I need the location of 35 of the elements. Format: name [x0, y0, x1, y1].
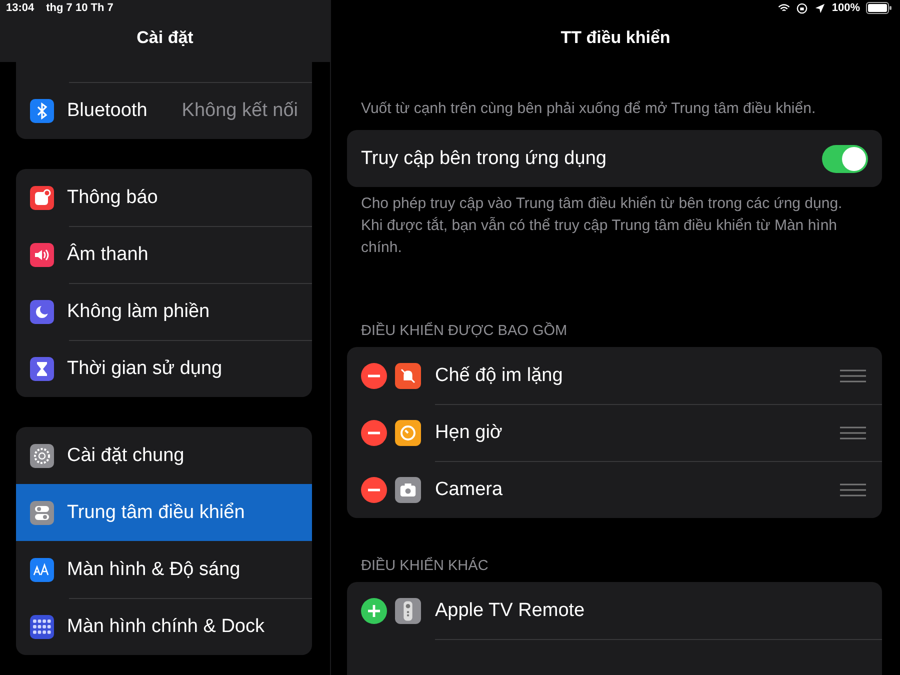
remove-icon[interactable] — [361, 362, 387, 388]
sidebar-item[interactable]: Trung tâm điều khiển — [16, 484, 312, 541]
sidebar-item[interactable]: Thời gian sử dụng — [16, 340, 312, 397]
section-header: ĐIỀU KHIỂN ĐƯỢC BAO GỒM — [360, 323, 568, 339]
sidebar-item[interactable]: Không làm phiền — [16, 283, 312, 340]
section-header: ĐIỀU KHIỂN KHÁC — [360, 558, 490, 574]
battery-percent: 100% — [832, 2, 860, 14]
toggle-description: Cho phép truy cập vào Trung tâm điều khiển từ bên trong các ứng dụng. Khi được tắt, bạn vẫn có thể truy cập Trung tâm điều khiển từ Màn hình chính. — [360, 194, 844, 258]
sidebar-item[interactable]: Thông báo — [16, 169, 312, 226]
location-icon — [814, 2, 826, 14]
add-icon[interactable] — [361, 598, 387, 624]
page-title: TT điều khiển — [560, 28, 672, 48]
toggle-label: Truy cập bên trong ứng dụng — [361, 148, 606, 170]
sidebar-item[interactable]: Màn hình chính & Dock — [16, 598, 312, 655]
status-time: 13:04 — [6, 2, 34, 14]
control-label: Chế độ im lặng — [435, 364, 563, 386]
reorder-handle-icon[interactable] — [840, 426, 866, 440]
control-label: Hẹn giờ — [435, 422, 502, 444]
sidebar-item[interactable]: Cài đặt chung — [16, 427, 312, 484]
sidebar-item[interactable]: Bluetooth Không kết nối — [16, 82, 312, 139]
wifi-icon — [778, 2, 790, 14]
sidebar-item[interactable]: Màn hình & Độ sáng — [16, 541, 312, 598]
rotation-lock-icon — [796, 2, 808, 14]
reorder-handle-icon[interactable] — [840, 482, 866, 496]
remove-icon[interactable] — [361, 476, 387, 502]
sidebar-title: Cài đặt — [136, 28, 194, 48]
status-date: thg 7 10 Th 7 — [46, 2, 114, 14]
remove-icon[interactable] — [361, 420, 387, 446]
intro-text: Vuốt từ cạnh trên cùng bên phải xuống để mở Trung tâm điều khiển. — [360, 99, 817, 119]
control-label: Camera — [435, 478, 503, 500]
toggle-switch[interactable] — [822, 144, 868, 172]
control-label: Apple TV Remote — [435, 600, 585, 622]
battery-icon — [866, 2, 892, 14]
sidebar-item[interactable]: Âm thanh — [16, 226, 312, 283]
reorder-handle-icon[interactable] — [840, 368, 866, 382]
